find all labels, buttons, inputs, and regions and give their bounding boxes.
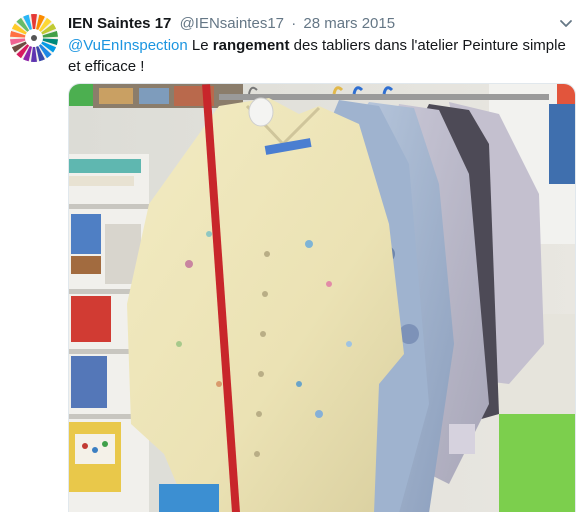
tweet-text-bold: rangement: [212, 37, 290, 54]
tweet: IEN Saintes 17 @IENsaintes17 · 28 mars 2…: [0, 0, 588, 512]
colored-pencils-circle-icon: [10, 14, 58, 62]
chevron-down-icon[interactable]: [558, 16, 574, 32]
tweet-photo[interactable]: [68, 83, 576, 512]
user-handle[interactable]: @IENsaintes17: [180, 15, 284, 32]
display-name[interactable]: IEN Saintes 17: [68, 15, 171, 32]
tweet-text-segment: Le: [187, 37, 213, 54]
header-separator: ·: [291, 15, 297, 32]
mention-link[interactable]: @VuEnInspection: [68, 37, 188, 54]
tweet-text: @VuEnInspection Le rangement des tablier…: [68, 35, 568, 77]
photo-aprons-on-rack: [69, 84, 575, 512]
profile-avatar[interactable]: [10, 14, 58, 62]
tweet-header: IEN Saintes 17 @IENsaintes17 · 28 mars 2…: [68, 14, 395, 34]
tweet-date[interactable]: 28 mars 2015: [303, 15, 395, 32]
